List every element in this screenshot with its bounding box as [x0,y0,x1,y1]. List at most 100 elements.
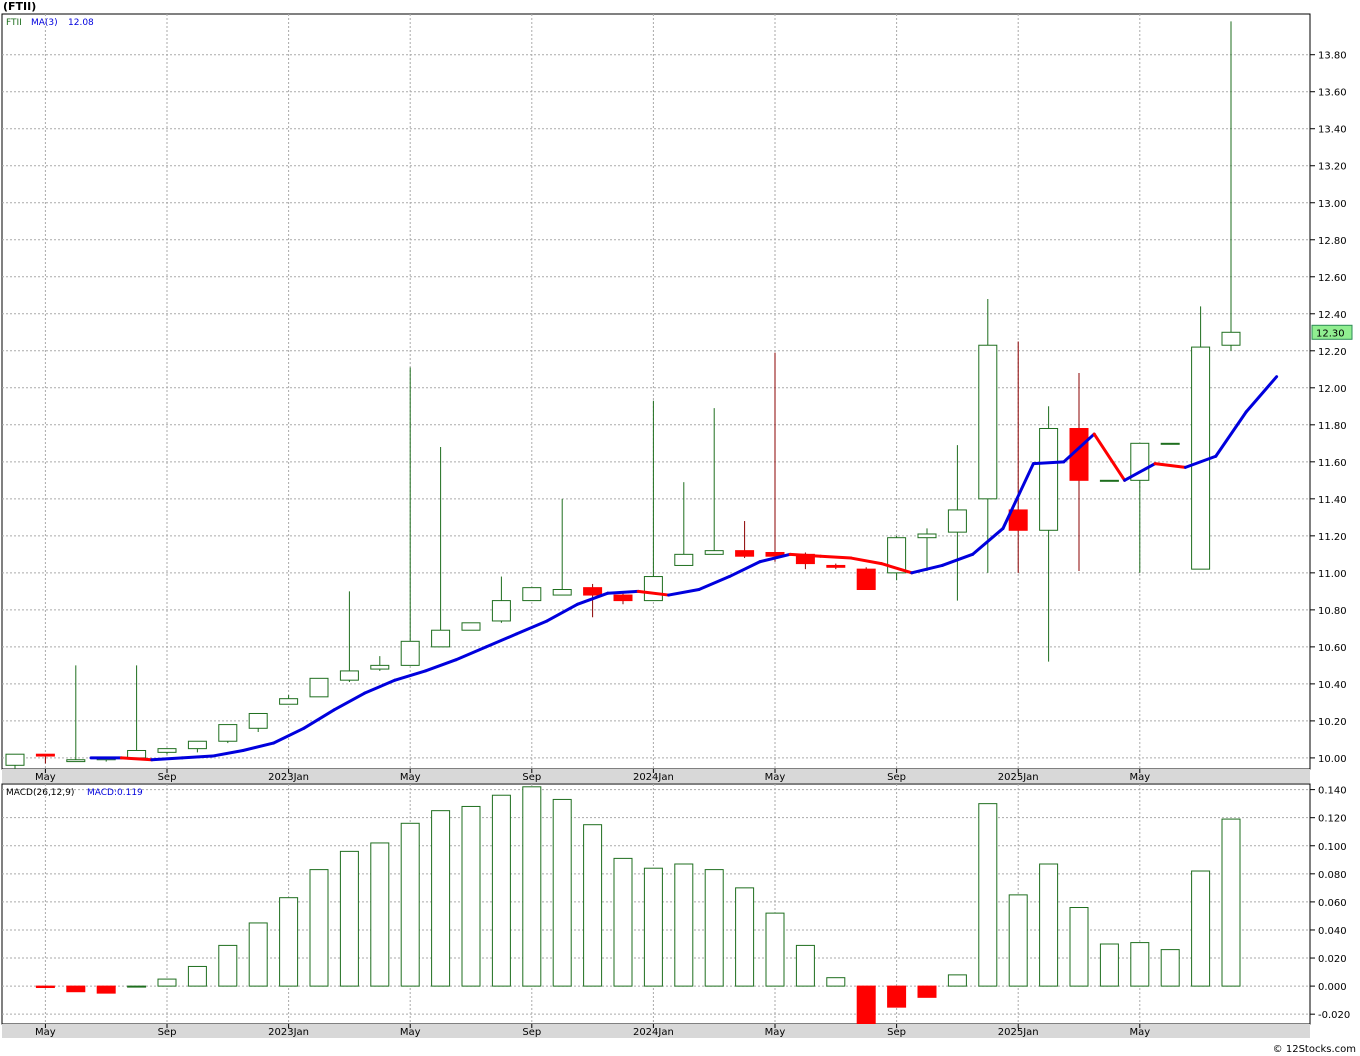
price-tick-label: 10.40 [1318,680,1347,691]
macd-bar-positive [491,794,511,987]
candle-body-up [66,759,86,763]
candle-body-down [856,568,876,591]
last-price-label: 12.30 [1316,328,1345,339]
macd-bar-positive [947,974,967,987]
macd-tick-label: 0.040 [1318,926,1347,937]
price-tick-label: 12.80 [1318,236,1347,247]
ma-line-segment [180,754,215,760]
macd-bar-positive [1221,818,1241,987]
macd-tick-label: 0.080 [1318,870,1347,881]
price-x-label: Sep [158,772,177,783]
macd-bar-negative [66,985,86,993]
candle-body-up [674,553,694,566]
price-tick-label: 12.20 [1318,347,1347,358]
macd-bar-positive [674,863,694,987]
macd-bar-positive [643,867,663,987]
candle-body-up [248,712,268,729]
price-tick-label: 13.40 [1318,125,1347,136]
macd-legend-label: MACD(26,12,9) [6,788,74,798]
macd-bar-positive [1008,894,1028,987]
candle-body-up [552,589,572,596]
macd-bar-positive [765,912,785,987]
chart-canvas: 10.00 10.20 10.40 10.60 10.80 11.00 11.20 11.40… [1,13,1353,1038]
price-tick-label: 11.80 [1318,421,1347,432]
macd-bar-positive [187,965,207,987]
macd-tick-label: -0.020 [1318,1010,1350,1021]
macd-tick-label: 0.140 [1318,786,1347,797]
macd-bar-positive [583,824,603,987]
macd-bar-positive [795,944,815,987]
price-x-label: Sep [887,772,906,783]
price-tick-label: 10.00 [1318,754,1347,765]
candle-body-up [370,664,390,670]
price-x-label: 2025Jan [998,772,1039,783]
macd-x-label: 2023Jan [268,1027,309,1038]
macd-bar-positive [978,803,998,987]
macd-bar-positive [1160,949,1180,987]
price-tick-label: 13.00 [1318,199,1347,210]
macd-bar-positive [370,842,390,987]
candle-body-up [1039,428,1059,531]
copyright-footer: © 12Stocks.com [1272,1044,1356,1055]
candle-body-up [339,670,359,681]
macd-bar-positive [552,798,572,987]
macd-x-label: May [765,1027,786,1038]
macd-bar-positive [826,977,846,987]
price-tick-label: 12.00 [1318,384,1347,395]
macd-bar-negative [887,985,907,1008]
price-tick-label: 11.00 [1318,569,1347,580]
macd-bar-positive [431,810,451,987]
macd-x-label: May [400,1027,421,1038]
price-tick-label: 11.40 [1318,495,1347,506]
candle-body-up [978,344,998,500]
macd-bar-positive [157,978,177,987]
macd-tick-label: 0.000 [1318,982,1347,993]
macd-x-label: 2025Jan [998,1027,1039,1038]
price-tick-label: 13.80 [1318,51,1347,62]
macd-bar-positive [461,805,481,987]
macd-x-label: Sep [158,1027,177,1038]
macd-x-label: May [35,1027,56,1038]
candle-body-up [522,587,542,602]
price-x-label: May [35,772,56,783]
price-x-label: May [400,772,421,783]
macd-bar-positive [127,985,147,988]
ma-line-segment [1031,460,1066,466]
price-legend-ma-value: 12.08 [68,18,94,28]
price-tick-label: 11.60 [1318,458,1347,469]
macd-bar-negative [917,985,937,998]
macd-tick-label: 0.020 [1318,954,1347,965]
candle-body-up [309,677,329,698]
price-x-label: 2023Jan [268,772,309,783]
macd-bar-positive [248,922,268,987]
price-x-label: May [1129,772,1150,783]
ma-line-segment [119,756,154,762]
macd-bar-positive [613,857,633,987]
candle-body-up [461,622,481,631]
price-tick-label: 12.60 [1318,273,1347,284]
macd-bar-positive [522,786,542,987]
macd-bar-positive [1099,943,1119,987]
price-tick-label: 10.60 [1318,643,1347,654]
candle-body-up [400,640,420,666]
candle-body-up [157,748,177,753]
macd-bar-positive [339,850,359,987]
price-legend-ticker: FTII [6,18,22,28]
macd-legend-value: MACD:0.119 [87,788,143,798]
macd-x-label: Sep [887,1027,906,1038]
candle-body-up [279,698,299,705]
macd-bar-positive [279,897,299,987]
macd-x-label: Sep [522,1027,541,1038]
candle-body-up [704,550,724,555]
macd-bar-positive [1039,863,1059,987]
candle-body-up [1099,479,1119,482]
macd-x-label: 2024Jan [633,1027,674,1038]
macd-tick-label: 0.120 [1318,814,1347,825]
price-tick-label: 12.40 [1318,310,1347,321]
price-tick-label: 13.20 [1318,162,1347,173]
candle-body-up [5,753,25,766]
macd-bar-positive [1191,870,1211,987]
price-tick-label: 11.20 [1318,532,1347,543]
macd-bar-negative [35,985,55,989]
price-x-label: May [765,772,786,783]
